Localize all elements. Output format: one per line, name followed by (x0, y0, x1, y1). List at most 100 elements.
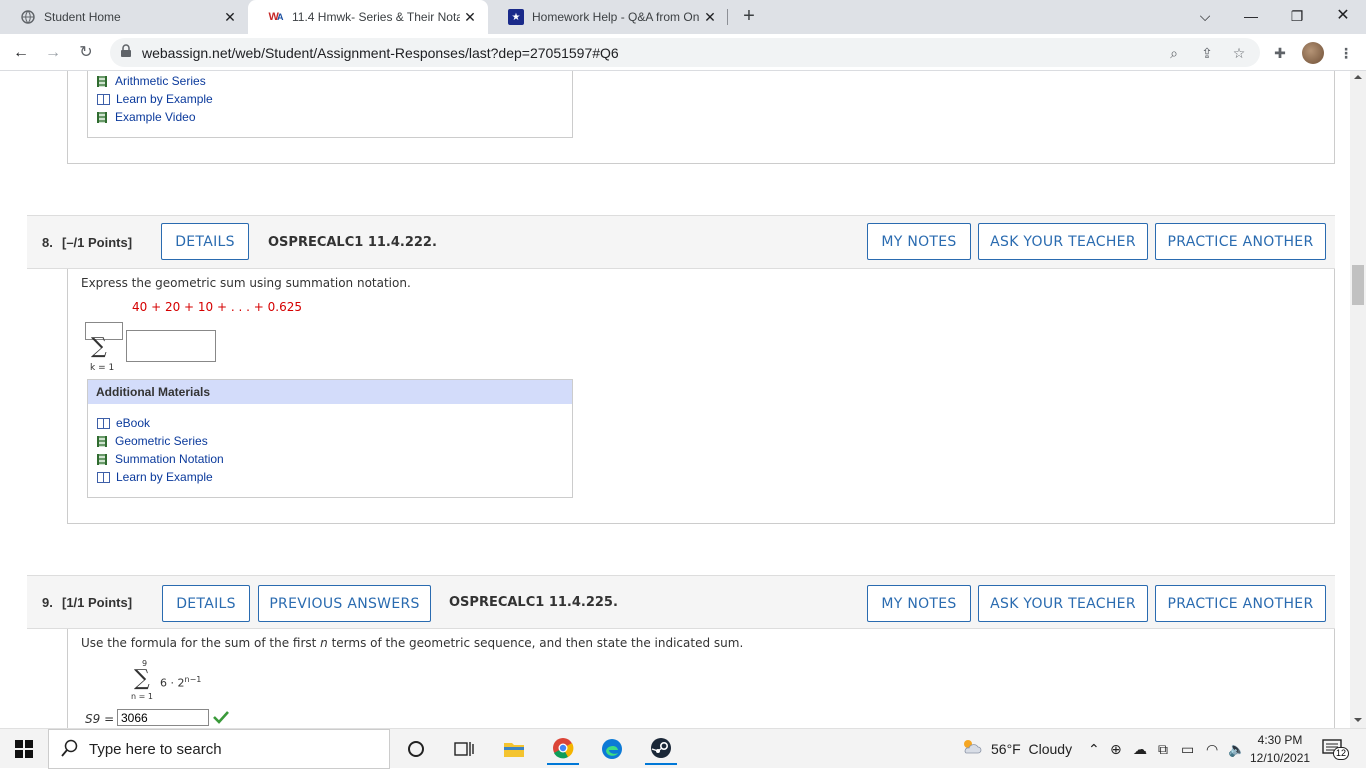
star-badge-icon: ★ (508, 9, 524, 25)
forward-button[interactable]: → (40, 40, 66, 66)
taskbar-search-input[interactable]: Type here to search (48, 729, 390, 769)
material-summation-notation[interactable]: Summation Notation (97, 452, 224, 466)
material-label: Example Video (115, 110, 196, 124)
restore-button[interactable]: ❐ (1274, 0, 1320, 32)
steam-icon[interactable] (645, 733, 677, 765)
chevron-up-icon[interactable]: ⌃ (1088, 741, 1100, 758)
question-8-number: 8. (42, 235, 53, 250)
q9-prompt-before: Use the formula for the sum of the first (81, 636, 321, 650)
zoom-icon[interactable]: ⌕ (1165, 44, 1183, 62)
browser-tab-strip: Student Home ✕ WA 11.4 Hmwk- Series & Th… (0, 0, 1366, 34)
weather-icon[interactable] (960, 737, 982, 760)
q9-ask-teacher-button[interactable]: ASK YOUR TEACHER (978, 585, 1148, 622)
q9-previous-answers-button[interactable]: PREVIOUS ANSWERS (258, 585, 431, 622)
q8-practice-another-button[interactable]: PRACTICE ANOTHER (1155, 223, 1326, 260)
globe-icon (20, 9, 36, 25)
q8-prompt: Express the geometric sum using summatio… (81, 276, 411, 290)
notification-center-icon[interactable]: 12 (1322, 739, 1350, 760)
question-9-points: [1/1 Points] (62, 595, 133, 610)
tab-student-home[interactable]: Student Home ✕ (0, 0, 248, 34)
material-label: Geometric Series (115, 434, 208, 448)
close-icon[interactable]: ✕ (460, 9, 480, 26)
tray-window-icon[interactable]: ⧉ (1158, 741, 1168, 758)
q9-practice-another-button[interactable]: PRACTICE ANOTHER (1155, 585, 1326, 622)
minimize-button[interactable]: — (1228, 0, 1274, 32)
clock[interactable]: 4:30 PM 12/10/2021 (1250, 731, 1310, 767)
q9-code: OSPRECALC1 11.4.225. (449, 595, 618, 610)
battery-icon[interactable]: ▭ (1181, 741, 1194, 758)
material-learn-by-example[interactable]: Learn by Example (97, 470, 213, 484)
question-9-number: 9. (42, 595, 53, 610)
film-icon (97, 111, 107, 123)
sigma-icon: ∑ (134, 666, 150, 691)
bookmark-star-icon[interactable]: ☆ (1230, 44, 1248, 62)
q8-details-button[interactable]: DETAILS (161, 223, 249, 260)
window-close-button[interactable]: ✕ (1320, 0, 1366, 32)
back-button[interactable]: ← (8, 40, 34, 66)
menu-kebab-icon[interactable]: ⋮ (1333, 40, 1359, 66)
share-icon[interactable]: ⇪ (1198, 44, 1216, 62)
q9-details-button[interactable]: DETAILS (162, 585, 250, 622)
scroll-up-icon[interactable] (1354, 75, 1362, 79)
tab-title: Homework Help - Q&A from Onl (532, 10, 700, 24)
book-icon (97, 417, 110, 429)
tray-app-icon[interactable]: ⊕ (1110, 741, 1122, 758)
q9-prompt: Use the formula for the sum of the first… (81, 636, 743, 650)
task-view-icon[interactable] (448, 733, 480, 765)
q9-prompt-after: terms of the geometric sequence, and the… (327, 636, 744, 650)
material-learn-by-example[interactable]: Learn by Example (97, 92, 213, 106)
film-icon (97, 453, 107, 465)
file-explorer-icon[interactable] (498, 733, 530, 765)
material-ebook[interactable]: eBook (97, 416, 150, 430)
material-label: Arithmetic Series (115, 74, 206, 88)
materials-heading: Additional Materials (88, 380, 572, 404)
material-example-video[interactable]: Example Video (97, 110, 196, 124)
q9-answer-input[interactable]: 3066 (117, 709, 209, 726)
speaker-icon[interactable]: 🔈 (1228, 741, 1245, 758)
webassign-icon: WA (268, 11, 284, 23)
new-tab-button[interactable]: + (737, 4, 761, 28)
scrollbar-thumb[interactable] (1352, 265, 1364, 305)
scroll-down-icon[interactable] (1354, 718, 1362, 722)
chrome-icon[interactable] (547, 733, 579, 765)
q8-ask-teacher-button[interactable]: ASK YOUR TEACHER (978, 223, 1148, 260)
q9-term-exponent: n−1 (184, 675, 202, 684)
tab-homework-help[interactable]: ★ Homework Help - Q&A from Onl ✕ (488, 0, 728, 34)
weather-text[interactable]: 56°F Cloudy (991, 741, 1072, 757)
close-icon[interactable]: ✕ (700, 9, 720, 26)
material-arithmetic-series[interactable]: Arithmetic Series (97, 74, 206, 88)
film-icon (97, 435, 107, 447)
address-bar[interactable]: webassign.net/web/Student/Assignment-Res… (110, 38, 1260, 67)
q8-my-notes-button[interactable]: MY NOTES (867, 223, 971, 260)
search-placeholder: Type here to search (89, 741, 222, 758)
q8-term-input[interactable] (126, 330, 216, 362)
q8-code: OSPRECALC1 11.4.222. (268, 235, 437, 250)
q9-prompt-variable: n (320, 636, 328, 650)
q9-term-base: 6 · 2 (160, 676, 185, 690)
tab-search-chevron-icon[interactable]: ⌵ (1182, 0, 1228, 32)
tab-homework[interactable]: WA 11.4 Hmwk- Series & Their Notat ✕ (248, 0, 488, 34)
edge-icon[interactable] (596, 733, 628, 765)
film-icon (97, 75, 107, 87)
lock-icon (120, 44, 136, 60)
close-icon[interactable]: ✕ (220, 9, 240, 26)
question-8-points: [–/1 Points] (62, 235, 133, 250)
url-text: webassign.net/web/Student/Assignment-Res… (142, 45, 619, 61)
q9-term: 6 · 2n−1 (160, 675, 201, 690)
extensions-puzzle-icon[interactable]: ✚ (1267, 40, 1293, 66)
cloud-sync-icon[interactable]: ☁ (1133, 741, 1147, 758)
windows-start-icon[interactable] (8, 733, 40, 765)
avatar[interactable] (1302, 42, 1324, 64)
cortana-icon[interactable] (400, 733, 432, 765)
tab-separator (727, 9, 728, 25)
sigma-icon: ∑ (91, 334, 107, 359)
reload-button[interactable]: ↻ (73, 40, 99, 66)
browser-toolbar: ← → ↻ webassign.net/web/Student/Assignme… (0, 34, 1366, 71)
q9-my-notes-button[interactable]: MY NOTES (867, 585, 971, 622)
q9-lower-limit: n = 1 (131, 692, 153, 701)
q8-lower-limit: k = 1 (90, 363, 115, 373)
q9-answer-value: 3066 (121, 711, 148, 725)
page-scrollbar[interactable] (1350, 71, 1366, 728)
material-geometric-series[interactable]: Geometric Series (97, 434, 208, 448)
wifi-icon[interactable]: ◠ (1206, 741, 1218, 758)
